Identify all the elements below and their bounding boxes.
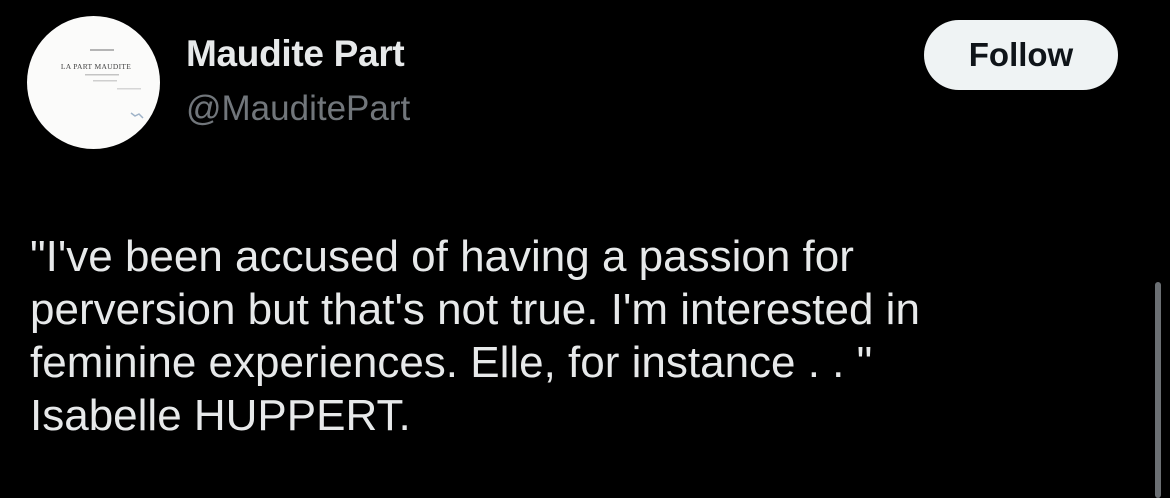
tweet-text: "I've been accused of having a passion f…: [30, 232, 920, 440]
display-name[interactable]: Maudite Part: [186, 33, 405, 75]
avatar-book-cover-image: [85, 49, 144, 119]
avatar-title: LA PART MAUDITE: [60, 62, 132, 71]
avatar[interactable]: LA PART MAUDITE: [27, 16, 160, 149]
user-handle[interactable]: @MauditePart: [186, 89, 410, 129]
follow-button[interactable]: Follow: [924, 20, 1118, 90]
scrollbar[interactable]: [1155, 282, 1161, 498]
